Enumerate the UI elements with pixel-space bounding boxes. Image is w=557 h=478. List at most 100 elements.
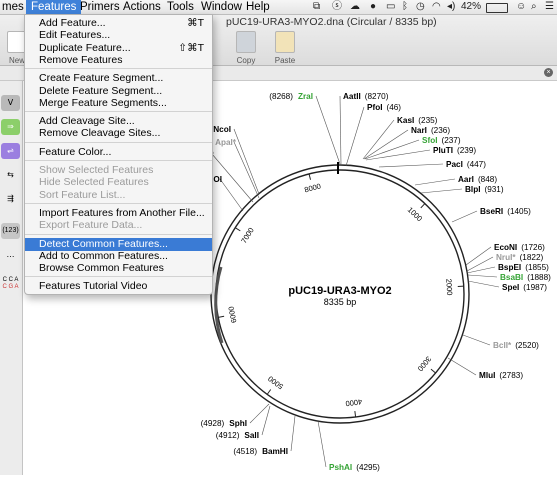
dropbox-icon[interactable]: ⧉: [313, 1, 320, 13]
menu-item-remove-cleavage-sites[interactable]: Remove Cleavage Sites...: [25, 127, 212, 140]
numbering-badge[interactable]: (123): [1, 223, 20, 239]
restriction-site-label[interactable]: BseRI(1405): [480, 207, 531, 216]
close-icon[interactable]: ×: [544, 68, 553, 77]
site-leader-line: [220, 179, 243, 211]
paste-button[interactable]: Paste: [270, 31, 300, 65]
restriction-site-label[interactable]: (4928)SphI: [201, 419, 247, 428]
restriction-site-label[interactable]: BclI*(2520): [493, 341, 539, 350]
restriction-site-label[interactable]: PfoI(46): [367, 103, 401, 112]
restriction-site-label[interactable]: (4518)BamHI: [233, 447, 288, 456]
menu-item-delete-feature-segment[interactable]: Delete Feature Segment...: [25, 85, 212, 98]
menu-item-hide-selected-features: Hide Selected Features: [25, 176, 212, 189]
menu-primers[interactable]: Primers: [80, 0, 120, 14]
airplay-icon[interactable]: ▭: [386, 1, 395, 13]
paste-label: Paste: [275, 56, 295, 65]
restriction-site-label[interactable]: PacI(447): [446, 160, 486, 169]
site-name: ApaI*: [215, 138, 237, 147]
restriction-site-label[interactable]: SfoI(237): [422, 136, 461, 145]
battery-percent[interactable]: 42%: [461, 1, 481, 13]
menu-separator: [25, 68, 212, 69]
copy-button[interactable]: Copy: [233, 31, 259, 65]
site-leader-line: [316, 96, 340, 164]
copy-icon: [236, 31, 256, 53]
site-position: (239): [457, 146, 476, 155]
menu-item-label: Merge Feature Segments...: [39, 97, 167, 109]
site-name: PacI: [446, 160, 463, 169]
primers-icon[interactable]: ⇌: [1, 143, 20, 159]
menu-item-browse-common-features[interactable]: Browse Common Features: [25, 262, 212, 275]
menu-item-label: Hide Selected Features: [39, 176, 149, 188]
menu-actions[interactable]: Actions: [123, 0, 161, 14]
restriction-site-label[interactable]: BspEI(1855): [498, 263, 549, 272]
restriction-site-label[interactable]: KasI(235): [397, 116, 438, 125]
menu-help[interactable]: Help: [246, 0, 270, 14]
dot-icon[interactable]: ●: [370, 1, 376, 13]
menu-window[interactable]: Window: [201, 0, 242, 14]
menu-item-merge-feature-segments[interactable]: Merge Feature Segments...: [25, 97, 212, 110]
restriction-site-label[interactable]: PluTI(239): [433, 146, 476, 155]
restriction-site-label[interactable]: BsaBI(1888): [500, 273, 551, 282]
user-icon[interactable]: ☺: [516, 1, 526, 13]
menu-item-features-tutorial-video[interactable]: Features Tutorial Video: [25, 280, 212, 293]
restriction-site-label[interactable]: PshAI(4295): [329, 463, 380, 472]
menu-item-label: Remove Features: [39, 54, 122, 66]
bluetooth-icon[interactable]: ᛒ: [402, 1, 408, 13]
arrow-right-icon[interactable]: ⇒: [1, 119, 20, 135]
menu-item-add-cleavage-site[interactable]: Add Cleavage Site...: [25, 115, 212, 128]
site-leader-line: [234, 142, 259, 198]
restriction-site-label[interactable]: EcoNI(1726): [494, 243, 545, 252]
restriction-site-label[interactable]: SpeI(1987): [502, 283, 547, 292]
menu-file-fragment[interactable]: mes: [2, 0, 24, 14]
menu-item-detect-common-features[interactable]: Detect Common Features...: [25, 238, 212, 251]
search-icon[interactable]: ⌕: [531, 1, 537, 13]
volume-icon[interactable]: ◂): [447, 1, 455, 13]
menu-features[interactable]: Features: [26, 0, 81, 14]
menu-item-create-feature-segment[interactable]: Create Feature Segment...: [25, 72, 212, 85]
map-name: pUC19-URA3-MYO2: [288, 285, 391, 297]
restriction-site-label[interactable]: AatII(8270): [343, 92, 389, 101]
tick-label: 4000: [345, 397, 363, 408]
site-name: SpeI: [502, 283, 519, 292]
clock-icon[interactable]: ◷: [416, 1, 425, 13]
restriction-site-label[interactable]: BlpI(931): [465, 185, 504, 194]
restriction-site-label[interactable]: ApaI*: [215, 138, 237, 147]
wifi-icon[interactable]: ◠: [432, 1, 441, 13]
tick-label: 3000: [416, 354, 434, 373]
menu-separator: [25, 276, 212, 277]
restriction-site-label[interactable]: MluI(2783): [479, 371, 523, 380]
app-icon[interactable]: ⓢ: [332, 1, 342, 13]
site-name: NarI: [411, 126, 427, 135]
site-position: (1888): [527, 273, 551, 282]
menu-item-duplicate-feature[interactable]: Duplicate Feature...⇧⌘T: [25, 42, 212, 55]
battery-icon[interactable]: [486, 3, 508, 13]
menu-item-label: Add Cleavage Site...: [39, 115, 135, 127]
enzymes-tool-icon[interactable]: Ⅴ: [1, 95, 20, 111]
sequence-icon[interactable]: C C AC G A: [1, 277, 20, 295]
menu-item-remove-features[interactable]: Remove Features: [25, 54, 212, 67]
menu-item-feature-color[interactable]: Feature Color...: [25, 146, 212, 159]
restriction-site-label[interactable]: (4912)SalI: [216, 431, 259, 440]
menu-item-import-features-from-another-file[interactable]: Import Features from Another File...: [25, 207, 212, 220]
restriction-site-label[interactable]: OI: [213, 175, 222, 184]
features-icon[interactable]: ⇶: [1, 191, 20, 207]
restriction-site-label[interactable]: NarI(236): [411, 126, 450, 135]
tick-label: 5000: [266, 374, 285, 391]
menu-tools[interactable]: Tools: [167, 0, 194, 14]
menu-item-edit-features[interactable]: Edit Features...: [25, 29, 212, 42]
cloud-icon[interactable]: ☁: [350, 1, 360, 13]
site-position: (848): [478, 175, 497, 184]
site-leader-line: [318, 421, 326, 467]
menu-item-add-feature[interactable]: Add Feature... ⌘T: [25, 17, 212, 30]
menu-item-add-to-common-features[interactable]: Add to Common Features...: [25, 250, 212, 263]
restriction-site-label[interactable]: AarI(848): [458, 175, 497, 184]
menu-item-label: Show Selected Features: [39, 164, 153, 176]
notifications-icon[interactable]: ☰: [545, 1, 554, 13]
menu-item-label: Add Feature...: [39, 17, 106, 29]
site-name: SalI: [244, 431, 259, 440]
restriction-site-label[interactable]: NruI*(1822): [496, 253, 544, 262]
dots-icon[interactable]: ⋯: [1, 249, 20, 265]
restriction-site-label[interactable]: (8268)ZraI: [269, 92, 313, 101]
site-name: BspEI: [498, 263, 521, 272]
orfs-icon[interactable]: ⇆: [1, 167, 20, 183]
menu-shortcut: ⌘T: [187, 17, 204, 30]
